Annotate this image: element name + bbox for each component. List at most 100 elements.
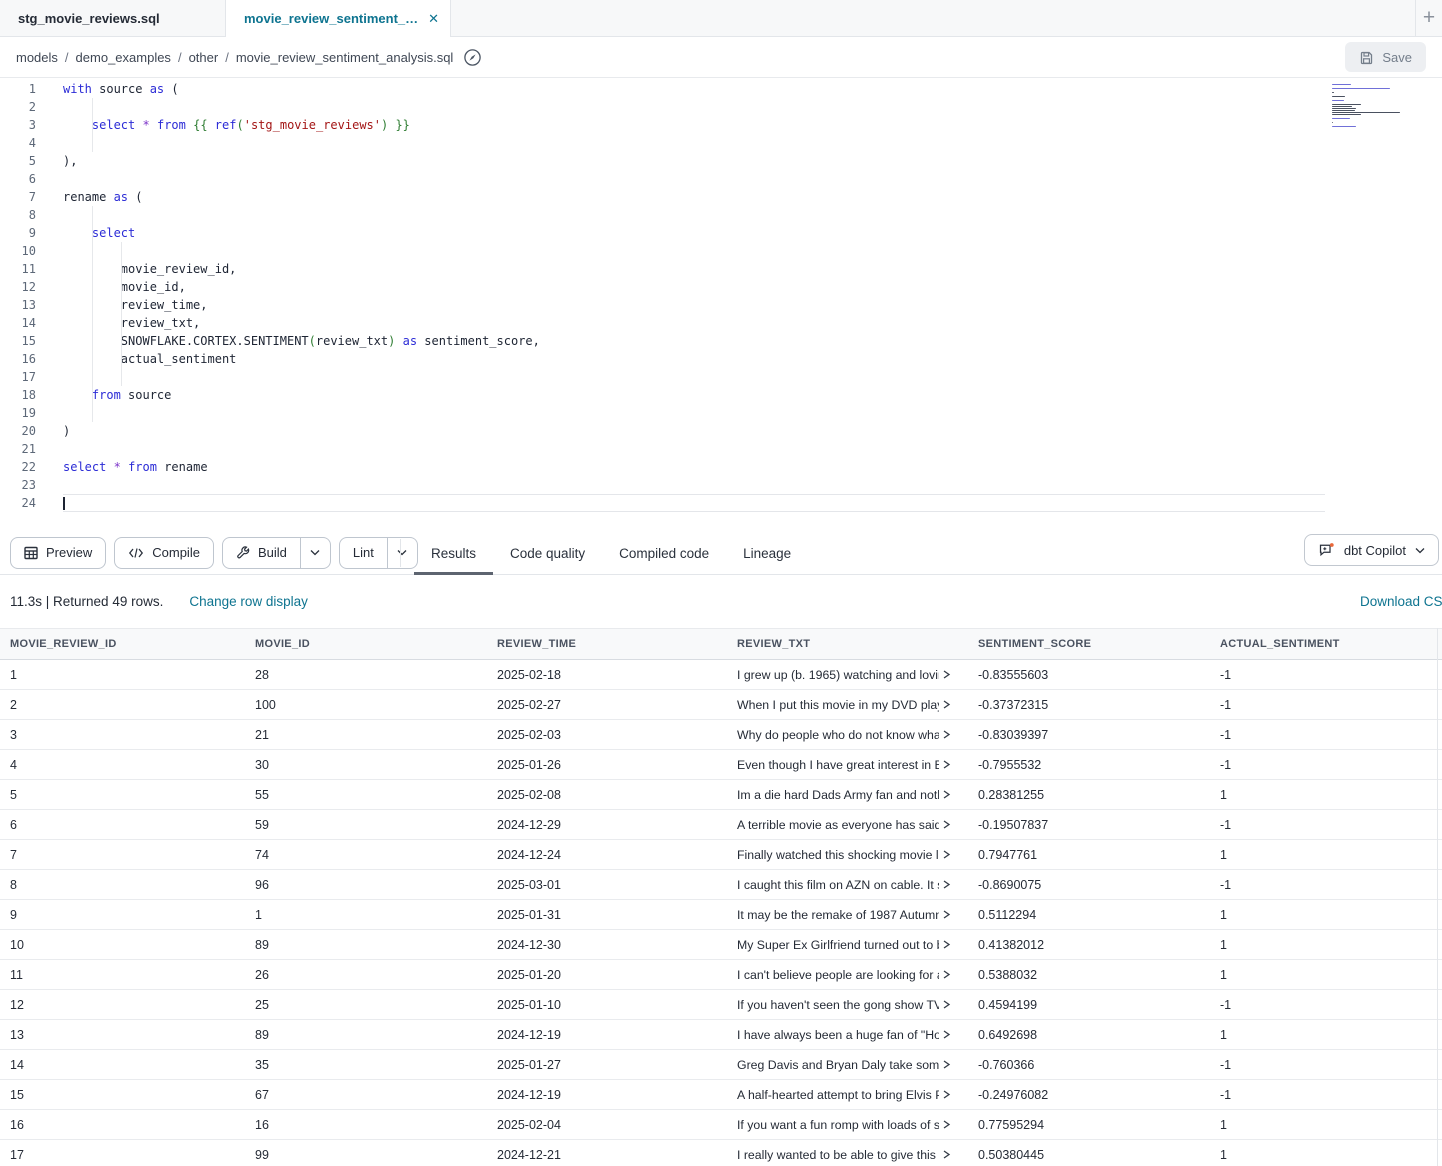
save-icon [1359,50,1374,65]
cell-actual_sentiment: -1 [1210,1088,1442,1102]
tab-results[interactable]: Results [414,531,493,575]
code-line[interactable]: 17 [0,368,1442,386]
line-number: 22 [0,458,36,476]
preview-button[interactable]: Preview [10,537,106,569]
line-number: 11 [0,260,36,278]
expand-cell-icon[interactable] [942,1149,951,1160]
cell-movie_id: 55 [245,788,487,802]
code-line[interactable]: 6 [0,170,1442,188]
cell-movie_id: 67 [245,1088,487,1102]
change-row-display-link[interactable]: Change row display [189,594,308,609]
expand-cell-icon[interactable] [942,879,951,890]
build-dropdown-chevron[interactable] [301,537,331,569]
save-button[interactable]: Save [1345,42,1426,72]
tab-stg-movie-reviews[interactable]: stg_movie_reviews.sql [0,0,225,37]
line-number: 14 [0,314,36,332]
code-line[interactable]: 4 [0,134,1442,152]
cell-actual_sentiment: -1 [1210,668,1442,682]
column-header: MOVIE_ID [245,638,487,650]
cell-movie_review_id: 6 [0,818,245,832]
code-line[interactable]: 22select * from rename [0,458,1442,476]
code-line[interactable]: 19 [0,404,1442,422]
cell-movie_id: 74 [245,848,487,862]
cell-movie_id: 96 [245,878,487,892]
cell-review_time: 2025-02-08 [487,788,727,802]
tab-movie-review-sentiment-analysis[interactable]: movie_review_sentiment_… ✕ [225,0,451,37]
code-line[interactable]: 7rename as ( [0,188,1442,206]
expand-cell-icon[interactable] [942,909,951,920]
code-line[interactable]: 18 from source [0,386,1442,404]
breadcrumb: models / demo_examples / other / movie_r… [16,50,453,65]
table-row: 14352025-01-27Greg Davis and Bryan Daly … [0,1050,1442,1080]
cell-review_time: 2025-01-31 [487,908,727,922]
column-header: REVIEW_TIME [487,638,727,650]
table-row: 12252025-01-10If you haven't seen the go… [0,990,1442,1020]
expand-cell-icon[interactable] [942,759,951,770]
cell-movie_id: 1 [245,908,487,922]
indent-guide [92,206,93,422]
line-number: 20 [0,422,36,440]
build-button[interactable]: Build [222,537,301,569]
copilot-chat-icon [1318,542,1335,558]
code-editor[interactable]: 1with source as (23 select * from {{ ref… [0,78,1442,531]
code-line[interactable]: 20) [0,422,1442,440]
code-line[interactable]: 3 select * from {{ ref('stg_movie_review… [0,116,1442,134]
dbt-copilot-button[interactable]: dbt Copilot [1304,534,1439,566]
new-tab-button[interactable]: + [1415,0,1442,36]
expand-cell-icon[interactable] [942,669,951,680]
line-number: 15 [0,332,36,350]
code-line[interactable]: 12 movie_id, [0,278,1442,296]
code-line[interactable]: 1with source as ( [0,80,1442,98]
compile-button[interactable]: Compile [114,537,214,569]
download-csv-link[interactable]: Download CSV [1360,594,1442,609]
expand-cell-icon[interactable] [942,699,951,710]
expand-cell-icon[interactable] [942,1119,951,1130]
code-line[interactable]: 24 [0,494,1442,512]
code-line[interactable]: 15 SNOWFLAKE.CORTEX.SENTIMENT(review_txt… [0,332,1442,350]
tab-compiled-code[interactable]: Compiled code [602,531,726,575]
lint-button[interactable]: Lint [339,537,388,569]
code-line[interactable]: 9 select [0,224,1442,242]
expand-cell-icon[interactable] [942,849,951,860]
code-line[interactable]: 21 [0,440,1442,458]
code-line[interactable]: 10 [0,242,1442,260]
cell-sentiment_score: 0.50380445 [968,1148,1210,1162]
cell-actual_sentiment: -1 [1210,728,1442,742]
cell-movie_id: 35 [245,1058,487,1072]
cell-review_txt: A half-hearted attempt to bring Elvis P… [727,1088,968,1102]
close-tab-icon[interactable]: ✕ [428,11,439,27]
table-row: 5552025-02-08Im a die hard Dads Army fan… [0,780,1442,810]
minimap[interactable] [1332,84,1402,132]
tab-code-quality[interactable]: Code quality [493,531,602,575]
code-line[interactable]: 16 actual_sentiment [0,350,1442,368]
cell-sentiment_score: -0.19507837 [968,818,1210,832]
compass-icon[interactable] [463,48,482,67]
code-line[interactable]: 23 [0,476,1442,494]
tab-lineage[interactable]: Lineage [726,531,808,575]
expand-cell-icon[interactable] [942,789,951,800]
cell-movie_id: 28 [245,668,487,682]
code-line[interactable]: 14 review_txt, [0,314,1442,332]
column-header: MOVIE_REVIEW_ID [0,638,245,650]
cell-movie_review_id: 7 [0,848,245,862]
code-line[interactable]: 11 movie_review_id, [0,260,1442,278]
cell-sentiment_score: 0.77595294 [968,1118,1210,1132]
code-line[interactable]: 2 [0,98,1442,116]
expand-cell-icon[interactable] [942,939,951,950]
expand-cell-icon[interactable] [942,969,951,980]
line-number: 8 [0,206,36,224]
expand-cell-icon[interactable] [942,729,951,740]
expand-cell-icon[interactable] [942,1029,951,1040]
build-label: Build [258,545,287,560]
code-line[interactable]: 8 [0,206,1442,224]
expand-cell-icon[interactable] [942,999,951,1010]
line-number: 3 [0,116,36,134]
code-line[interactable]: 5), [0,152,1442,170]
expand-cell-icon[interactable] [942,1089,951,1100]
line-number: 2 [0,98,36,116]
indent-guide [121,242,122,386]
code-line[interactable]: 13 review_time, [0,296,1442,314]
expand-cell-icon[interactable] [942,1059,951,1070]
column-header: ACTUAL_SENTIMENT [1210,638,1442,650]
expand-cell-icon[interactable] [942,819,951,830]
